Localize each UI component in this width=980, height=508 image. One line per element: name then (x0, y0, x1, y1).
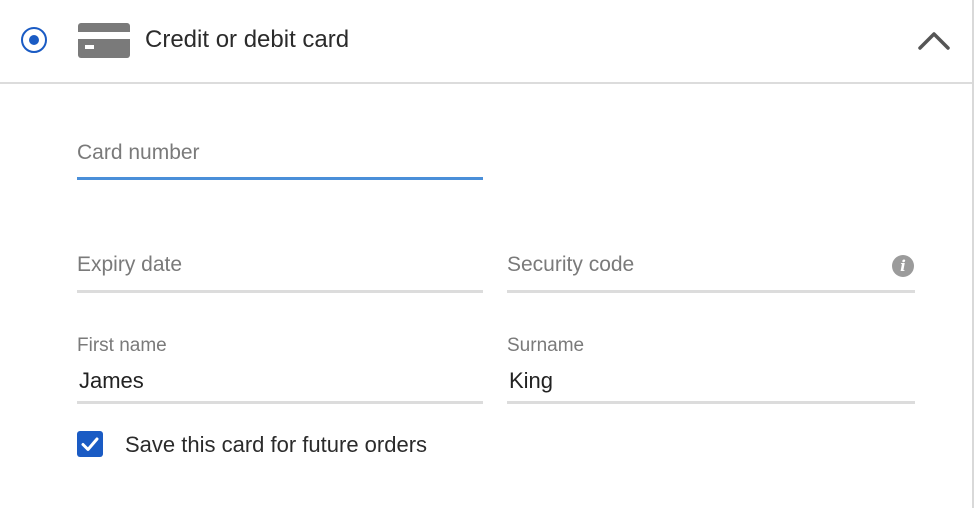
surname-field[interactable]: Surname King (507, 335, 915, 404)
security-code-underline (507, 290, 915, 293)
surname-label: Surname (507, 335, 585, 356)
info-icon[interactable]: i (892, 255, 914, 277)
radio-selected-icon (29, 35, 39, 45)
save-card-checkbox[interactable] (77, 431, 103, 457)
payment-option-title: Credit or debit card (145, 26, 350, 53)
expiry-date-placeholder: Expiry date (77, 253, 183, 276)
first-name-value: James (79, 368, 144, 393)
checkmark-icon (81, 437, 99, 451)
panel-right-border (972, 0, 974, 508)
security-code-field[interactable]: Security code i (507, 233, 915, 293)
first-name-label: First name (77, 335, 167, 356)
payment-form-panel: Credit or debit card Card number Expiry … (0, 0, 980, 508)
surname-underline (507, 401, 915, 404)
credit-card-icon (78, 23, 130, 58)
chevron-up-icon[interactable] (916, 28, 952, 52)
security-code-placeholder: Security code (507, 253, 635, 276)
payment-option-header[interactable]: Credit or debit card (0, 0, 972, 84)
card-number-underline (77, 177, 483, 180)
payment-option-radio[interactable] (21, 27, 47, 53)
surname-value: King (509, 368, 554, 393)
first-name-underline (77, 401, 483, 404)
first-name-field[interactable]: First name James (77, 335, 483, 404)
save-card-label[interactable]: Save this card for future orders (125, 431, 427, 459)
card-number-field[interactable]: Card number (77, 120, 483, 180)
card-number-placeholder: Card number (77, 141, 200, 164)
expiry-date-field[interactable]: Expiry date (77, 233, 483, 293)
expiry-date-underline (77, 290, 483, 293)
